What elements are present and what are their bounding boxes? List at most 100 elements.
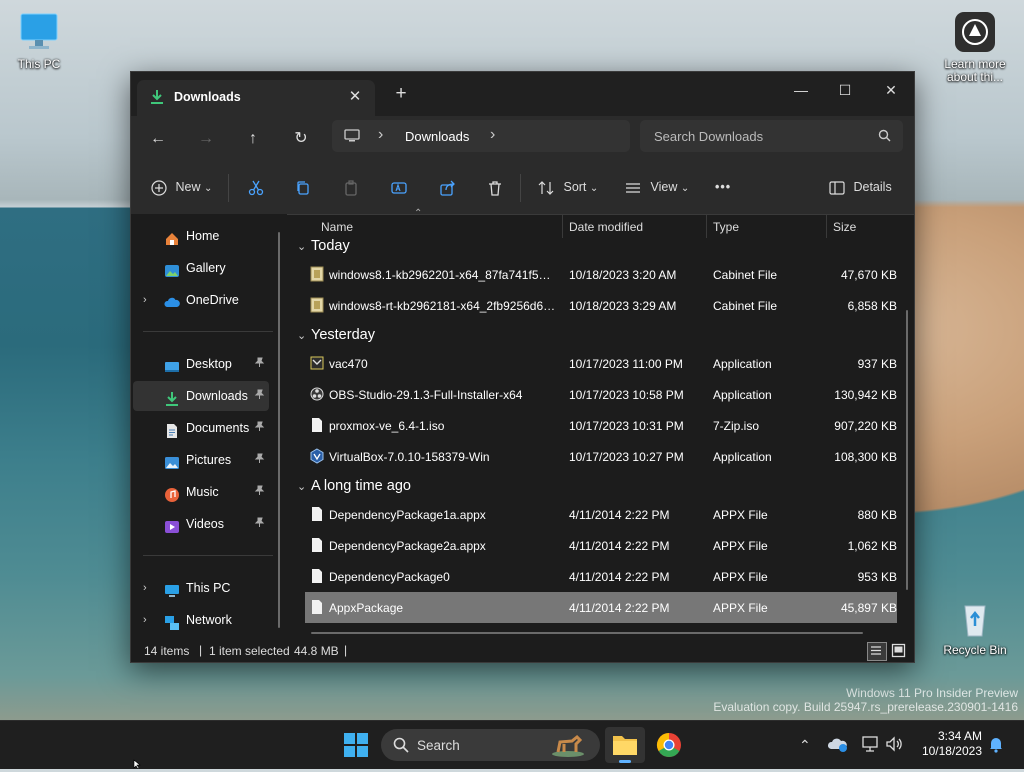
view-button[interactable]: View ⌄	[625, 176, 689, 198]
table-row[interactable]: proxmox-ve_6.4-1.iso 10/17/2023 10:31 PM…	[305, 410, 897, 441]
sidebar-item-documents[interactable]: Documents	[133, 413, 269, 443]
notification-bell-icon[interactable]	[988, 735, 1004, 756]
column-header-size[interactable]: Size	[833, 220, 856, 234]
sidebar-item-pictures[interactable]: Pictures	[133, 445, 269, 475]
column-header-type[interactable]: Type	[713, 220, 739, 234]
group-header-today[interactable]: ⌄ Today	[297, 238, 350, 254]
chevron-right-icon[interactable]: ›	[143, 285, 147, 315]
table-row[interactable]: DependencyPackage1a.appx 4/11/2014 2:22 …	[305, 499, 897, 530]
taskbar-chrome[interactable]	[649, 727, 689, 763]
watermark-line-2: Evaluation copy. Build 25947.rs_prerelea…	[713, 700, 1018, 714]
sidebar-item-gallery[interactable]: Gallery	[133, 253, 269, 283]
table-row[interactable]: VirtualBox-7.0.10-158379-Win 10/17/2023 …	[305, 441, 897, 472]
forward-button[interactable]: →	[192, 127, 220, 151]
table-row[interactable]: DependencyPackage0 4/11/2014 2:22 PM APP…	[305, 561, 897, 592]
application-icon	[310, 355, 324, 371]
table-row[interactable]: OBS-Studio-29.1.3-Full-Installer-x64 10/…	[305, 379, 897, 410]
breadcrumb-downloads[interactable]: Downloads	[405, 129, 469, 144]
monitor-icon	[17, 10, 61, 54]
column-divider[interactable]	[562, 214, 563, 238]
taskbar-search[interactable]: Search	[381, 729, 600, 761]
copy-button[interactable]	[295, 176, 311, 198]
sidebar-item-home[interactable]: Home	[133, 221, 269, 251]
file-size: 880 KB	[857, 508, 897, 522]
sidebar-item-onedrive[interactable]: › OneDrive	[133, 285, 269, 315]
close-button[interactable]: ✕	[868, 76, 914, 104]
start-button[interactable]	[336, 727, 376, 763]
desktop-icon-learn-more[interactable]: Learn more about thi...	[940, 10, 1010, 84]
paste-button[interactable]	[343, 176, 359, 198]
table-row[interactable]: vac470 10/17/2023 11:00 PM Application 9…	[305, 348, 897, 379]
sidebar-item-this-pc[interactable]: › This PC	[133, 573, 269, 603]
breadcrumb-separator[interactable]: ›	[490, 126, 495, 144]
search-box[interactable]: Search Downloads	[640, 120, 903, 152]
delete-button[interactable]	[487, 176, 503, 198]
column-divider[interactable]	[826, 214, 827, 238]
share-button[interactable]	[440, 176, 456, 198]
volume-icon[interactable]	[885, 735, 903, 756]
file-name: vac470	[329, 357, 368, 371]
onedrive-tray-icon[interactable]	[827, 735, 848, 756]
file-name: DependencyPackage1a.appx	[329, 508, 486, 522]
chevron-right-icon[interactable]: ›	[143, 605, 147, 635]
rename-button[interactable]	[391, 176, 407, 198]
download-icon	[149, 89, 165, 105]
details-pane-button[interactable]: Details	[829, 176, 892, 198]
sidebar-item-music[interactable]: Music	[133, 477, 269, 507]
network-icon[interactable]	[861, 735, 879, 756]
file-type: Application	[713, 450, 772, 464]
maximize-button[interactable]: ☐	[822, 76, 868, 104]
refresh-button[interactable]: ↻	[287, 127, 315, 151]
table-row[interactable]: windows8.1-kb2962201-x64_87fa741f5291...…	[305, 259, 897, 290]
column-divider[interactable]	[706, 214, 707, 238]
table-row[interactable]: windows8-rt-kb2962181-x64_2fb9256d6b... …	[305, 290, 897, 321]
file-size: 108,300 KB	[834, 450, 897, 464]
sidebar-item-videos[interactable]: Videos	[133, 509, 269, 539]
table-row-selected[interactable]: AppxPackage 4/11/2014 2:22 PM APPX File …	[305, 592, 897, 623]
tiles-view-toggle[interactable]	[891, 643, 907, 659]
sidebar-item-downloads[interactable]: Downloads	[133, 381, 269, 411]
sidebar-item-desktop[interactable]: Desktop	[133, 349, 269, 379]
table-row[interactable]: DependencyPackage2a.appx 4/11/2014 2:22 …	[305, 530, 897, 561]
new-button-label: New	[175, 180, 201, 194]
file-date: 10/18/2023 3:20 AM	[569, 268, 677, 282]
new-tab-button[interactable]: +	[389, 83, 413, 107]
this-pc-icon	[164, 580, 180, 597]
file-size: 6,858 KB	[847, 299, 897, 313]
clock[interactable]: 3:34 AM 10/18/2023	[910, 729, 982, 759]
chevron-right-icon[interactable]: ›	[143, 573, 147, 603]
more-options-button[interactable]: •••	[715, 176, 731, 198]
up-button[interactable]: ↑	[239, 127, 267, 151]
tiles-view-icon	[891, 643, 906, 658]
group-header-yesterday[interactable]: ⌄ Yesterday	[297, 327, 375, 343]
file-list-horizontal-scrollbar[interactable]	[311, 632, 863, 634]
watermark-line-1: Windows 11 Pro Insider Preview	[846, 686, 1018, 700]
column-header-name[interactable]: Name	[321, 220, 353, 234]
sidebar-scrollbar[interactable]	[278, 232, 280, 628]
cut-button[interactable]	[248, 176, 264, 198]
file-type: Application	[713, 388, 772, 402]
chevron-down-icon: ⌄	[297, 481, 307, 493]
sort-button[interactable]: Sort ⌄	[538, 176, 598, 198]
show-hidden-icons-button[interactable]: ⌃	[799, 737, 811, 754]
tab-downloads[interactable]: Downloads ✕	[137, 80, 375, 116]
sort-chevron-icon: ⌃	[414, 208, 423, 219]
desktop-icon-recycle-bin[interactable]: Recycle Bin	[940, 596, 1010, 657]
minimize-button[interactable]: —	[778, 76, 824, 104]
cabinet-file-icon	[310, 266, 324, 282]
cabinet-file-icon	[310, 297, 324, 313]
sidebar-item-network[interactable]: › Network	[133, 605, 269, 635]
back-button[interactable]: ←	[144, 127, 172, 151]
group-header-long-ago[interactable]: ⌄ A long time ago	[297, 478, 411, 494]
new-button[interactable]: New ⌄	[151, 176, 212, 198]
file-name: AppxPackage	[329, 601, 404, 615]
file-size: 130,942 KB	[834, 388, 897, 402]
taskbar-file-explorer[interactable]	[605, 727, 645, 763]
column-header-date[interactable]: Date modified	[569, 220, 643, 234]
details-view-toggle[interactable]	[867, 642, 887, 661]
address-bar[interactable]: › Downloads ›	[332, 120, 630, 152]
file-list-vertical-scrollbar[interactable]	[906, 310, 908, 590]
desktop-icon-this-pc[interactable]: This PC	[4, 10, 74, 71]
pin-icon	[254, 485, 266, 497]
tab-close-button[interactable]: ✕	[345, 87, 365, 107]
